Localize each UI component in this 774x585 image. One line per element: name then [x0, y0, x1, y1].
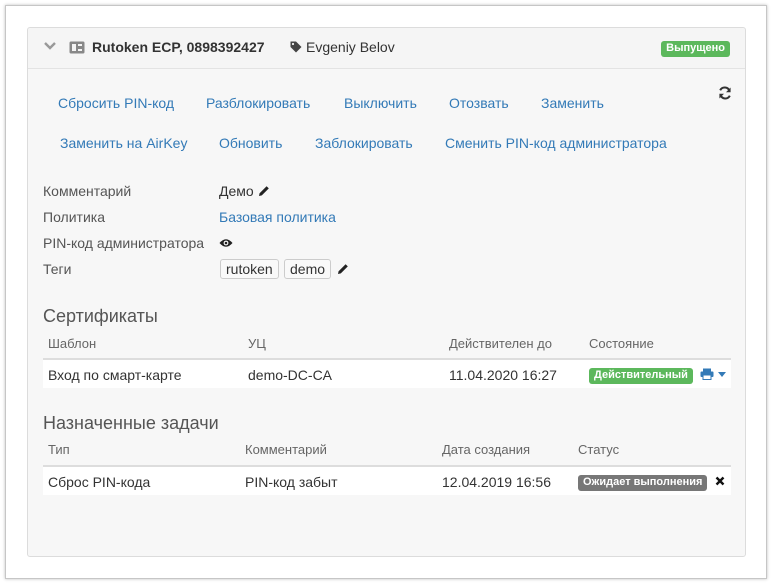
comment-value: Демо	[219, 183, 254, 199]
certificates-title: Сертификаты	[43, 306, 158, 326]
unblock-button[interactable]: Разблокировать	[206, 95, 310, 111]
token-panel: Rutoken ECP, 0898392427 Evgeniy Belov Вы…	[27, 27, 746, 557]
cert-col-valid-until: Действителен до	[449, 336, 552, 351]
comment-label: Комментарий	[43, 183, 132, 199]
eye-icon[interactable]	[219, 238, 233, 248]
policy-label: Политика	[43, 209, 105, 225]
policy-link[interactable]: Базовая политика	[219, 209, 336, 225]
task-col-created: Дата создания	[442, 442, 531, 457]
close-icon[interactable]	[715, 476, 725, 486]
tag-icon	[290, 41, 302, 53]
replace-button[interactable]: Заменить	[541, 95, 604, 111]
tasks-title: Назначенные задачи	[43, 413, 219, 433]
refresh-icon[interactable]	[718, 86, 732, 100]
cert-col-state: Состояние	[589, 336, 654, 351]
table-row: Вход по смарт-карте demo-DC-CA 11.04.202…	[43, 360, 731, 388]
smart-card-icon	[69, 41, 85, 54]
pencil-icon[interactable]	[337, 263, 349, 275]
token-panel-header[interactable]: Rutoken ECP, 0898392427 Evgeniy Belov Вы…	[28, 28, 745, 69]
task-col-type: Тип	[48, 442, 70, 457]
tags-label: Теги	[43, 261, 72, 277]
cert-col-template: Шаблон	[48, 336, 97, 351]
cert-template: Вход по смарт-карте	[48, 367, 182, 383]
tag-demo: demo	[284, 259, 332, 279]
pencil-icon[interactable]	[258, 185, 270, 197]
print-icon[interactable]	[700, 368, 714, 380]
disable-button[interactable]: Выключить	[344, 95, 417, 111]
table-row: Сброс PIN-кода PIN-код забыт 12.04.2019 …	[43, 467, 731, 495]
task-col-comment: Комментарий	[245, 442, 327, 457]
task-created: 12.04.2019 16:56	[442, 474, 551, 490]
cert-valid-until: 11.04.2020 16:27	[449, 367, 557, 383]
token-owner: Evgeniy Belov	[306, 39, 395, 55]
cert-ca: demo-DC-CA	[248, 367, 333, 383]
change-admin-pin-button[interactable]: Сменить PIN-код администратора	[445, 135, 667, 151]
chevron-down-icon[interactable]	[43, 41, 57, 51]
revoke-button[interactable]: Отозвать	[449, 95, 509, 111]
tag-rutoken: rutoken	[220, 259, 279, 279]
token-title: Rutoken ECP, 0898392427	[92, 39, 265, 55]
task-col-status: Статус	[578, 442, 620, 457]
cert-col-ca: УЦ	[248, 336, 266, 351]
status-badge: Выпущено	[661, 41, 730, 57]
reset-pin-button[interactable]: Сбросить PIN-код	[58, 95, 174, 111]
caret-down-icon[interactable]	[718, 372, 726, 377]
update-button[interactable]: Обновить	[219, 135, 282, 151]
task-comment: PIN-код забыт	[245, 474, 338, 490]
block-button[interactable]: Заблокировать	[315, 135, 413, 151]
cert-state-badge: Действительный	[589, 368, 693, 384]
replace-with-airkey-button[interactable]: Заменить на AirKey	[60, 135, 187, 151]
admin-pin-label: PIN-код администратора	[43, 235, 205, 251]
task-type: Сброс PIN-кода	[48, 474, 151, 490]
task-status-badge: Ожидает выполнения	[578, 475, 708, 491]
